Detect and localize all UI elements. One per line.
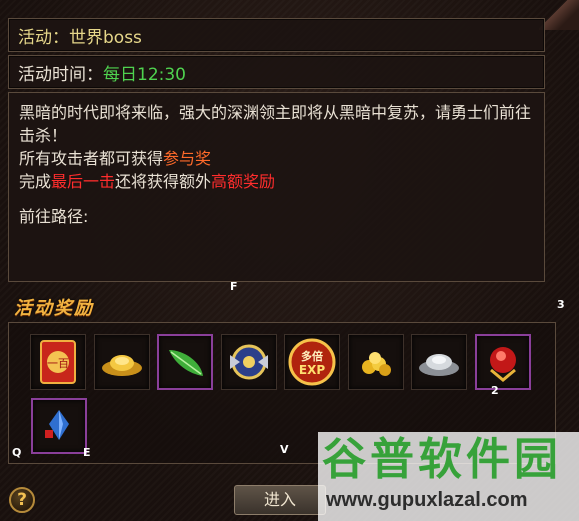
description-line-1: 黑暗的时代即将来临，强大的深渊领主即将从黑暗中复苏，请勇士们前往击杀！ (19, 103, 532, 145)
activity-title: 活动：世界boss (18, 27, 142, 48)
reward-slot[interactable] (31, 398, 87, 454)
reward-slot[interactable] (94, 334, 150, 390)
enter-button[interactable]: 进入 (234, 485, 326, 515)
multi-exp-top-text: 多倍 (301, 349, 323, 363)
blue-crystal-icon (45, 410, 69, 440)
reward-slot[interactable] (348, 334, 404, 390)
reward-slot[interactable] (157, 334, 213, 390)
activity-description: 黑暗的时代即将来临，强大的深渊领主即将从黑暗中复苏，请勇士们前往击杀！ 所有攻击… (8, 92, 545, 282)
watermark-url: www.gupuxlazal.com (326, 489, 528, 511)
corner-ornament (539, 0, 579, 30)
reward-slot[interactable]: 一百 (30, 334, 86, 390)
route-label: 前往路径: (19, 207, 89, 226)
description-text: 还将获得额外 (115, 172, 212, 191)
red-envelope-text: 一百 (47, 357, 69, 370)
description-line-2: 所有攻击者都可获得参与奖 (19, 147, 534, 170)
activity-time-value: 每日12:30 (103, 64, 186, 85)
marker-e: E (83, 446, 91, 459)
activity-time-label: 活动时间： (18, 64, 103, 85)
description-text: 所有攻击者都可获得 (19, 149, 164, 168)
red-envelope-icon: 一百 (40, 340, 76, 384)
green-feather-icon (169, 350, 203, 376)
gold-ingot-icon (102, 355, 142, 376)
gold-coins-icon (362, 352, 391, 376)
reward-slot[interactable]: 多倍 EXP (284, 334, 340, 390)
activity-title-row: 活动：世界boss (8, 18, 545, 52)
reward-slot[interactable] (475, 334, 531, 390)
high-reward-text: 高额奖励 (211, 172, 276, 191)
marker-3: 3 (557, 298, 565, 311)
rewards-title: 活动奖励 (14, 298, 94, 319)
watermark: 谷普软件园 www.gupuxlazal.com (318, 432, 579, 521)
activity-time-row: 活动时间： 每日12:30 (8, 55, 545, 89)
description-text: 完成 (19, 172, 52, 191)
marker-f: F (230, 280, 238, 293)
marker-v: V (280, 443, 289, 456)
help-button[interactable]: ? (9, 487, 35, 513)
watermark-logo: 谷普软件园 (322, 434, 562, 485)
multi-exp-bottom-text: EXP (299, 363, 325, 377)
silver-ingot-icon (419, 354, 459, 376)
marker-2: 2 (491, 384, 499, 397)
winged-emblem-icon (230, 344, 268, 380)
reward-slot[interactable] (411, 334, 467, 390)
multi-exp-icon: 多倍 EXP (288, 338, 336, 386)
reward-slot[interactable] (221, 334, 277, 390)
participation-reward-text: 参与奖 (163, 149, 212, 168)
marker-q: Q (12, 446, 22, 459)
red-gem-icon (490, 347, 516, 382)
description-line-3: 完成最后一击还将获得额外高额奖励 (19, 170, 534, 193)
last-hit-text: 最后一击 (51, 172, 116, 191)
